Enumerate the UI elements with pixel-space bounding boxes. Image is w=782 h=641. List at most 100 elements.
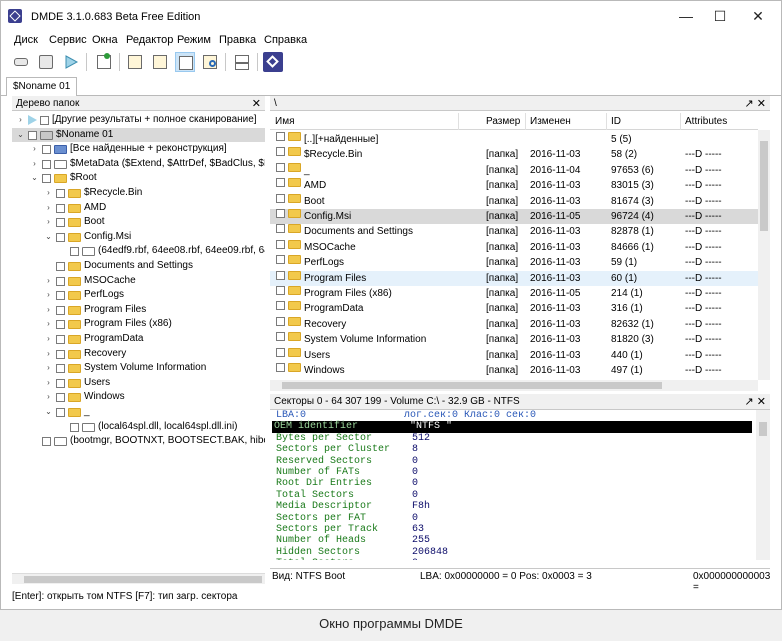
- file-checkbox[interactable]: [276, 162, 285, 172]
- tree-node[interactable]: (local64spl.dll, local64spl.dll.ini): [12, 420, 265, 435]
- boot-sector-field[interactable]: Sectors per FAT 0: [274, 513, 754, 524]
- file-checkbox[interactable]: [276, 332, 285, 342]
- tree-node[interactable]: › PerfLogs: [12, 288, 265, 303]
- file-panel-controls[interactable]: ↗ ✕: [745, 97, 767, 110]
- search-icon[interactable]: [200, 52, 220, 72]
- col-modified-header[interactable]: Изменен: [530, 116, 571, 127]
- boot-sector-field[interactable]: Bytes per Sector 512: [274, 433, 754, 444]
- sector-vertical-scrollbar[interactable]: [756, 410, 770, 560]
- node-checkbox[interactable]: [42, 437, 51, 447]
- node-checkbox[interactable]: [56, 320, 65, 330]
- tree-node[interactable]: › $Recycle.Bin: [12, 186, 265, 201]
- menu-windows[interactable]: Окна: [92, 34, 118, 46]
- export-icon[interactable]: [232, 52, 252, 72]
- tree-node[interactable]: › Users: [12, 376, 265, 391]
- sector-panel-controls[interactable]: ↗ ✕: [745, 395, 767, 408]
- open-volume-icon[interactable]: [36, 52, 56, 72]
- tree-node[interactable]: ⌄ $Noname 01: [12, 127, 265, 143]
- boot-sector-field[interactable]: Number of Heads 255: [274, 535, 754, 546]
- tree-node[interactable]: ⌄ _: [12, 405, 265, 420]
- boot-sector-field[interactable]: Root Dir Entries 0: [274, 478, 754, 489]
- view-mode-label[interactable]: Вид: NTFS Boot: [272, 571, 345, 582]
- boot-sector-field[interactable]: Total Sectors 0: [274, 490, 754, 501]
- col-size-header[interactable]: Размер: [486, 116, 520, 127]
- file-checkbox[interactable]: [276, 301, 285, 311]
- tree-node[interactable]: › Recovery: [12, 347, 265, 362]
- node-checkbox[interactable]: [42, 159, 51, 169]
- maximize-button[interactable]: ☐: [707, 7, 733, 25]
- scrollbar-thumb[interactable]: [24, 576, 262, 583]
- file-checkbox[interactable]: [276, 239, 285, 249]
- tree-node[interactable]: › Windows: [12, 390, 265, 405]
- file-list-horizontal-scrollbar[interactable]: [270, 380, 758, 391]
- expand-chevron-icon[interactable]: ›: [44, 201, 53, 215]
- expand-chevron-icon[interactable]: ›: [44, 361, 53, 375]
- boot-sector-field[interactable]: Sectors per Cluster 8: [274, 444, 754, 455]
- tree-view-icon[interactable]: [125, 52, 145, 72]
- file-row[interactable]: System Volume Information [папка] 2016-11-…: [270, 332, 758, 347]
- node-checkbox[interactable]: [56, 335, 65, 344]
- file-list-vertical-scrollbar[interactable]: [758, 130, 770, 380]
- node-checkbox[interactable]: [56, 232, 65, 242]
- boot-sector-field[interactable]: Sectors per Track 63: [274, 524, 754, 535]
- expand-chevron-icon[interactable]: ›: [30, 142, 39, 156]
- open-disk-icon[interactable]: [11, 52, 31, 72]
- node-checkbox[interactable]: [40, 116, 49, 125]
- tree-node[interactable]: › ProgramData: [12, 332, 265, 347]
- minimize-button[interactable]: —: [673, 7, 699, 25]
- expand-chevron-icon[interactable]: ›: [30, 157, 39, 171]
- node-checkbox[interactable]: [56, 291, 65, 301]
- expand-chevron-icon[interactable]: ›: [44, 186, 53, 200]
- file-checkbox[interactable]: [276, 286, 285, 295]
- dmde-logo-icon[interactable]: [263, 52, 283, 72]
- node-checkbox[interactable]: [56, 305, 65, 315]
- new-file-icon[interactable]: [94, 52, 114, 72]
- tree-node[interactable]: › Program Files: [12, 303, 265, 318]
- file-checkbox[interactable]: [276, 224, 285, 234]
- file-checkbox[interactable]: [276, 363, 285, 372]
- expand-chevron-icon[interactable]: ›: [44, 274, 53, 288]
- collapse-chevron-icon[interactable]: ⌄: [30, 171, 39, 185]
- expand-chevron-icon[interactable]: ›: [44, 390, 53, 404]
- file-checkbox[interactable]: [276, 270, 285, 280]
- expand-chevron-icon[interactable]: ›: [16, 113, 25, 127]
- tree-node[interactable]: › [Все найденные + реконструкция]: [12, 142, 265, 157]
- node-checkbox[interactable]: [56, 364, 65, 374]
- node-checkbox[interactable]: [28, 130, 37, 140]
- file-row[interactable]: PerfLogs [папка] 2016-11-03 59 (1) ---D ----…: [270, 255, 758, 270]
- file-checkbox[interactable]: [276, 209, 285, 218]
- file-row[interactable]: Program Files (x86) [папка] 2016-11-05 214 …: [270, 286, 758, 301]
- file-checkbox[interactable]: [276, 178, 285, 188]
- file-row[interactable]: $Recycle.Bin [папка] 2016-11-03 58 (2) ---D …: [270, 147, 758, 162]
- expand-chevron-icon[interactable]: ›: [44, 332, 53, 346]
- scrollbar-thumb[interactable]: [759, 422, 767, 436]
- file-row[interactable]: [..][+найденные] 5 (5): [270, 132, 758, 147]
- file-checkbox[interactable]: [276, 132, 285, 141]
- file-row[interactable]: Recovery [папка] 2016-11-03 82632 (1) ---D -…: [270, 316, 758, 332]
- node-checkbox[interactable]: [56, 349, 65, 359]
- tree-node[interactable]: ⌄ $Root: [12, 171, 265, 186]
- node-checkbox[interactable]: [70, 422, 79, 432]
- expand-chevron-icon[interactable]: ›: [44, 303, 53, 317]
- tree-node[interactable]: ⌄ Config.Msi: [12, 230, 265, 245]
- file-row[interactable]: Config.Msi [папка] 2016-11-05 96724 (4) ---D…: [270, 209, 758, 225]
- node-checkbox[interactable]: [56, 203, 65, 213]
- menu-mode[interactable]: Режим: [177, 34, 211, 46]
- expand-chevron-icon[interactable]: ›: [44, 288, 53, 302]
- file-checkbox[interactable]: [276, 316, 285, 326]
- menu-disk[interactable]: Диск: [14, 34, 38, 46]
- close-button[interactable]: ✕: [745, 7, 771, 25]
- menu-service[interactable]: Сервис: [49, 34, 87, 46]
- file-row[interactable]: Boot [папка] 2016-11-03 81674 (3) ---D -----: [270, 193, 758, 209]
- node-checkbox[interactable]: [56, 378, 65, 388]
- expand-chevron-icon[interactable]: ›: [44, 317, 53, 331]
- details-view-icon[interactable]: [175, 52, 195, 72]
- tree-node[interactable]: Documents and Settings: [12, 259, 265, 274]
- tab-noname-01[interactable]: $Noname 01: [6, 77, 78, 96]
- collapse-chevron-icon[interactable]: ⌄: [16, 128, 25, 142]
- boot-sector-field[interactable]: OEM identifier "NTFS ": [272, 421, 752, 433]
- col-attributes-header[interactable]: Attributes: [685, 116, 727, 127]
- boot-sector-field[interactable]: Number of FATs 0: [274, 467, 754, 478]
- tree-node[interactable]: › Boot: [12, 215, 265, 230]
- node-checkbox[interactable]: [56, 189, 65, 198]
